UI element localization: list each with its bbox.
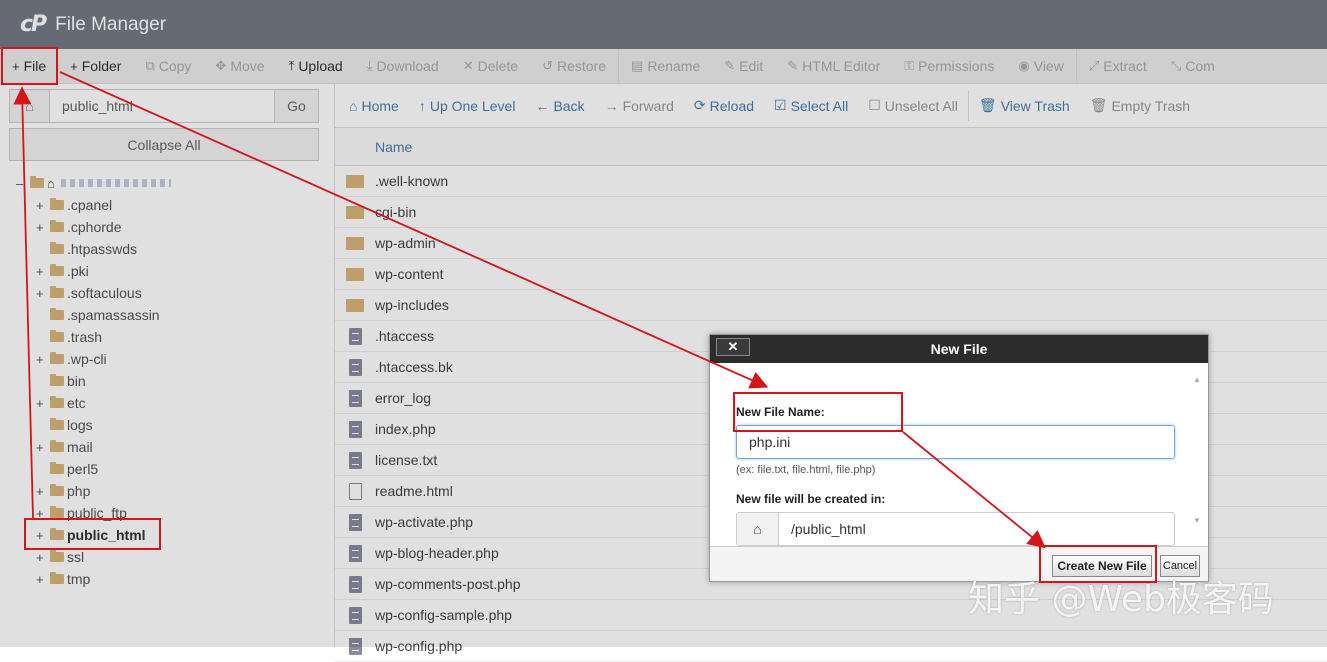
- watermark: 知乎 @Web极客码: [968, 579, 1274, 620]
- arrow-file-to-dialog: [59, 71, 769, 389]
- arrow-input-to-create: [902, 431, 1046, 549]
- arrow-public-html-to-file: [13, 86, 34, 519]
- annotation-arrows: [13, 71, 1046, 549]
